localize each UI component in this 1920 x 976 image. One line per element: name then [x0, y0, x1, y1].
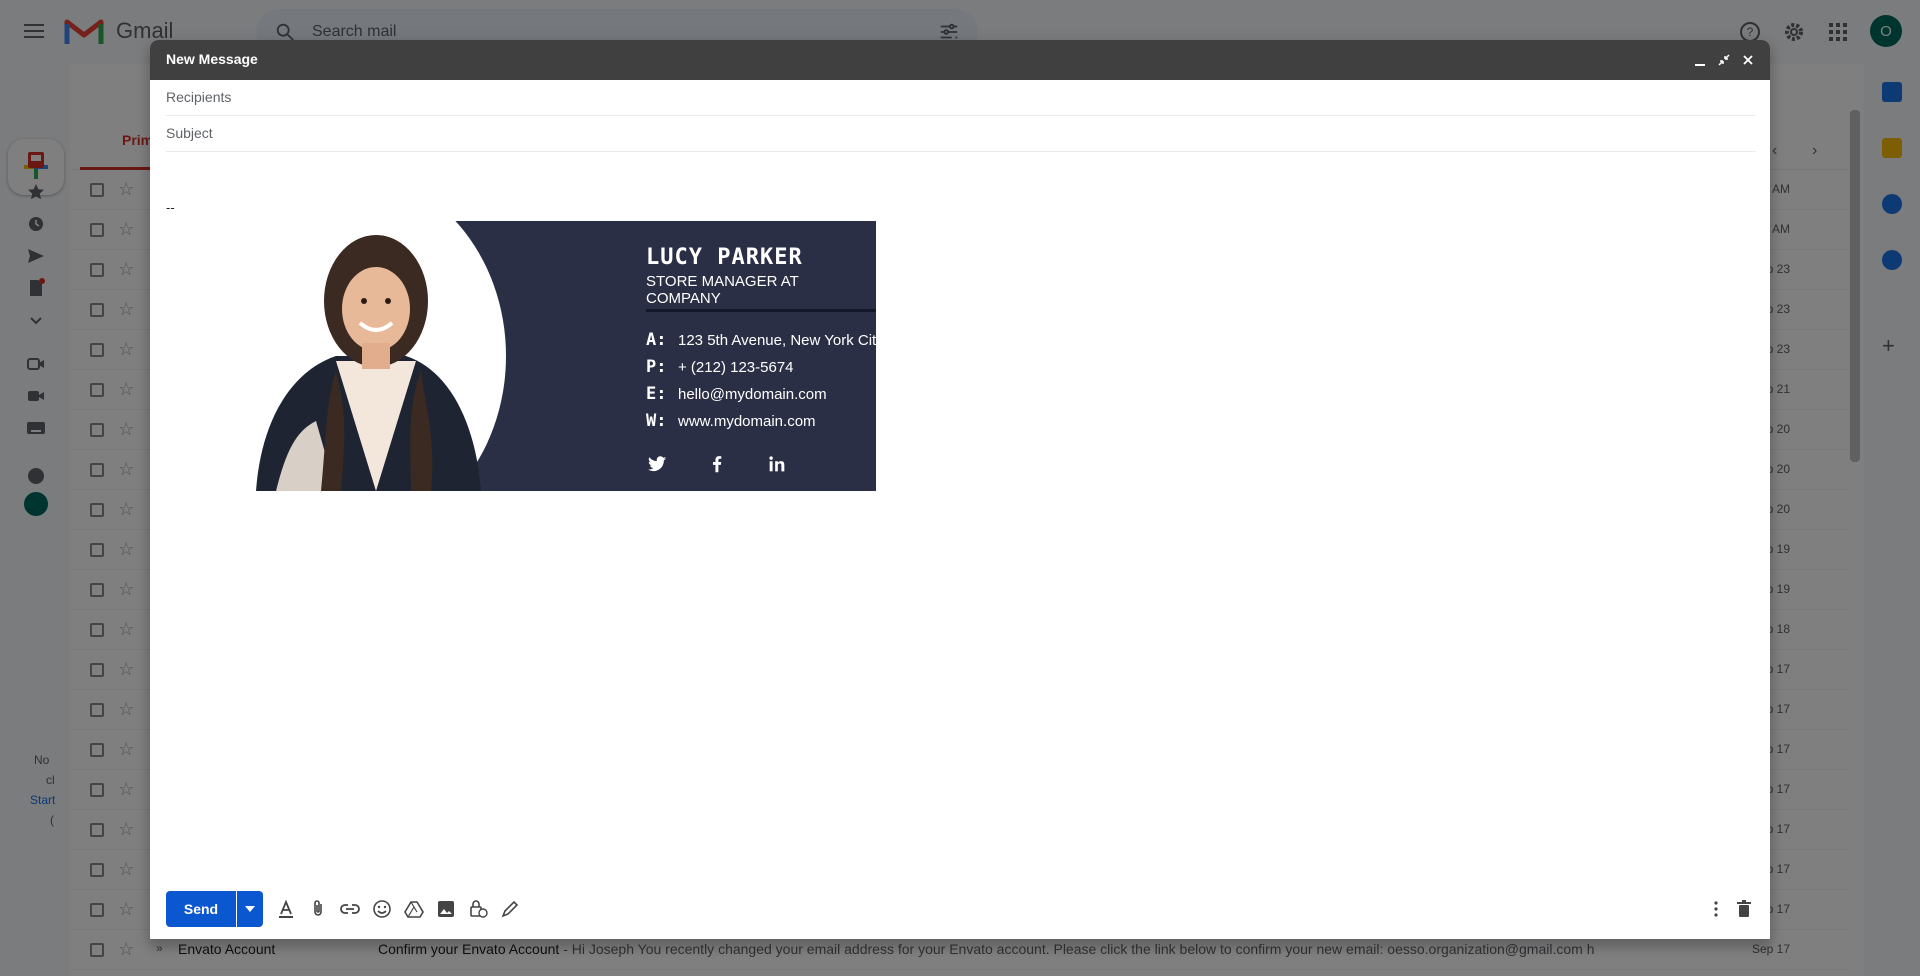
signature-address: A: 123 5th Avenue, New York City, USA [646, 330, 876, 350]
address-value: 123 5th Avenue, New York City, USA [678, 332, 876, 349]
twitter-icon[interactable] [646, 453, 668, 475]
email-key: E: [646, 384, 667, 404]
compose-title: New Message [166, 51, 258, 67]
phone-key: P: [646, 357, 667, 377]
subject-field[interactable]: Subject [166, 116, 1756, 152]
signature-divider [646, 309, 876, 312]
minimize-icon[interactable] [1692, 52, 1708, 68]
signature-phone: P: + (212) 123-5674 [646, 357, 794, 377]
attach-files-icon[interactable] [308, 899, 328, 919]
more-options-icon[interactable] [1706, 899, 1726, 919]
formatting-options-icon[interactable] [276, 899, 296, 919]
signature-email: E: hello@mydomain.com [646, 384, 827, 404]
recipients-field[interactable]: Recipients [166, 80, 1756, 116]
close-icon[interactable] [1740, 52, 1756, 68]
confidential-mode-icon[interactable] [468, 899, 488, 919]
email-signature: LUCY PARKER STORE MANAGER AT COMPANY A: 1… [226, 221, 876, 491]
linkedin-icon[interactable] [766, 453, 788, 475]
insert-drive-icon[interactable] [404, 899, 424, 919]
signature-website: W: www.mydomain.com [646, 411, 816, 431]
phone-value: + (212) 123-5674 [678, 359, 794, 376]
insert-emoji-icon[interactable] [372, 899, 392, 919]
email-value[interactable]: hello@mydomain.com [678, 386, 827, 403]
send-button[interactable]: Send [166, 891, 236, 927]
compose-header[interactable]: New Message [150, 40, 1770, 80]
signature-role: STORE MANAGER AT COMPANY [646, 273, 799, 307]
signature-separator: -- [166, 200, 175, 215]
send-options-button[interactable] [237, 891, 263, 927]
subject-placeholder: Subject [166, 125, 213, 141]
signature-name: LUCY PARKER [646, 245, 803, 270]
compose-dialog: New Message Recipients Subject -- LUCY P… [150, 40, 1770, 939]
dropdown-arrow-icon [245, 906, 255, 912]
facebook-icon[interactable] [706, 453, 728, 475]
profile-photo [256, 235, 481, 491]
insert-signature-icon[interactable] [500, 899, 520, 919]
compose-footer: Send [150, 879, 1770, 939]
recipients-placeholder: Recipients [166, 89, 232, 105]
website-key: W: [646, 411, 667, 431]
discard-draft-icon[interactable] [1734, 899, 1754, 919]
insert-photo-icon[interactable] [436, 899, 456, 919]
insert-link-icon[interactable] [340, 899, 360, 919]
website-value[interactable]: www.mydomain.com [678, 413, 816, 430]
exit-fullscreen-icon[interactable] [1716, 52, 1732, 68]
address-key: A: [646, 330, 667, 350]
